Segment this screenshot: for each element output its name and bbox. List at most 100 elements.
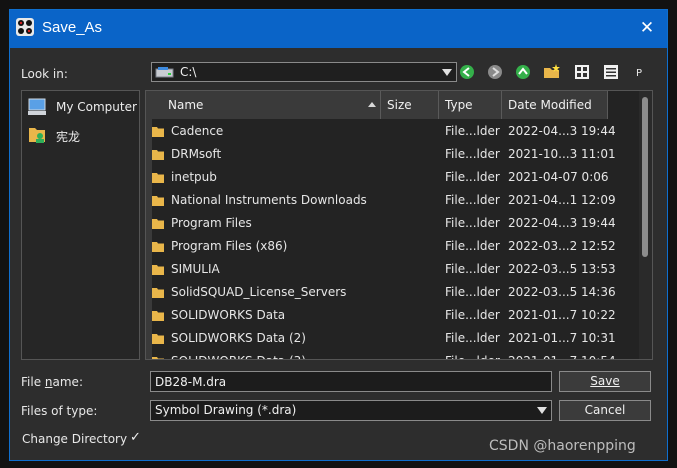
cell-type: File...lder [445, 262, 500, 276]
details-view-icon[interactable] [601, 63, 621, 81]
sort-ascending-icon [368, 102, 376, 107]
cell-date: 2022-04...3 19:44 [508, 124, 616, 138]
save-button[interactable]: Save [559, 371, 651, 392]
folder-icon [152, 150, 164, 160]
folder-icon [152, 242, 164, 252]
app-logo-icon [16, 18, 34, 36]
window-title: Save_As [42, 19, 103, 36]
folder-icon [152, 357, 164, 359]
cell-name: SOLIDWORKS Data (3) [171, 354, 306, 359]
table-row[interactable]: SOLIDWORKS Data (2) File...lder 2021-01...… [146, 328, 636, 351]
computer-icon [28, 98, 46, 115]
sidebar-item-my-computer[interactable]: My Computer [26, 96, 138, 118]
folder-icon [152, 127, 164, 137]
cell-name: SOLIDWORKS Data (2) [171, 331, 306, 345]
column-header-size[interactable]: Size [381, 91, 439, 119]
cell-date: 2021-01...7 10:54 [508, 354, 616, 359]
user-folder-icon [29, 128, 45, 143]
folder-icon [152, 311, 164, 321]
cell-name: inetpub [171, 170, 217, 184]
cell-name: National Instruments Downloads [171, 193, 367, 207]
cell-type: File...lder [445, 170, 500, 184]
folder-icon [152, 219, 164, 229]
cell-type: File...lder [445, 124, 500, 138]
files-of-type-value: Symbol Drawing (*.dra) [155, 403, 297, 417]
cell-name: Program Files [171, 216, 252, 230]
list-header: Name Size Type Date Modified [146, 91, 608, 119]
title-bar[interactable]: Save_As ✕ [10, 10, 667, 48]
cell-date: 2021-10...3 11:01 [508, 147, 616, 161]
up-icon[interactable] [513, 63, 533, 81]
table-row[interactable]: inetpub File...lder 2021-04-07 0:06 [146, 167, 636, 190]
table-row[interactable]: SIMULIA File...lder 2022-03...5 13:53 [146, 259, 636, 282]
file-list: Name Size Type Date Modified Cadence File… [145, 90, 653, 360]
file-name-label: File name: [21, 375, 83, 389]
cell-type: File...lder [445, 193, 500, 207]
folder-icon [152, 334, 164, 344]
cell-date: 2021-01...7 10:31 [508, 331, 616, 345]
change-directory-label: Change Directory [22, 432, 128, 446]
table-row[interactable]: DRMsoft File...lder 2021-10...3 11:01 [146, 144, 636, 167]
cell-date: 2021-04...1 12:09 [508, 193, 616, 207]
places-sidebar: My Computer 宪龙 [21, 90, 140, 360]
cell-date: 2022-04...3 19:44 [508, 216, 616, 230]
cell-type: File...lder [445, 285, 500, 299]
table-row[interactable]: SolidSQUAD_License_Servers File...lder 202… [146, 282, 636, 305]
forward-icon[interactable] [485, 63, 505, 81]
table-row[interactable]: SOLIDWORKS Data (3) File...lder 2021-01...… [146, 351, 636, 359]
close-icon[interactable]: ✕ [637, 18, 657, 38]
cell-name: SOLIDWORKS Data [171, 308, 286, 322]
cell-name: SolidSQUAD_License_Servers [171, 285, 347, 299]
look-in-label: Look in: [21, 67, 68, 81]
cell-name: SIMULIA [171, 262, 220, 276]
chevron-down-icon[interactable] [442, 69, 452, 76]
files-of-type-label: Files of type: [21, 404, 98, 418]
file-name-field[interactable] [150, 371, 552, 392]
cell-date: 2022-03...5 14:36 [508, 285, 616, 299]
table-row[interactable]: National Instruments Downloads File...lde… [146, 190, 636, 213]
cell-date: 2021-01...7 10:22 [508, 308, 616, 322]
cell-type: File...lder [445, 216, 500, 230]
change-directory-checkbox[interactable]: ✓ [130, 430, 142, 445]
watermark: CSDN @haorenpping [489, 438, 636, 454]
look-in-dropdown[interactable]: C:\ [151, 62, 457, 82]
cell-name: DRMsoft [171, 147, 222, 161]
cell-name: Cadence [171, 124, 224, 138]
sidebar-item-label: My Computer [56, 100, 137, 114]
save-as-dialog: Save_As ✕ Look in: C:\ P My Computer 宪龙 … [9, 9, 668, 461]
cell-type: File...lder [445, 354, 500, 359]
look-in-value: C:\ [180, 65, 197, 79]
cell-date: 2022-03...5 13:53 [508, 262, 616, 276]
cancel-button[interactable]: Cancel [559, 400, 651, 421]
column-header-type[interactable]: Type [439, 91, 502, 119]
folder-icon [152, 196, 164, 206]
folder-icon [152, 173, 164, 183]
column-header-date-modified[interactable]: Date Modified [502, 91, 608, 119]
sidebar-item-label: 宪龙 [56, 130, 81, 144]
table-row[interactable]: SOLIDWORKS Data File...lder 2021-01...7 10… [146, 305, 636, 328]
checkmark-icon: ✓ [130, 430, 141, 445]
table-row[interactable]: Cadence File...lder 2022-04...3 19:44 [146, 121, 636, 144]
cell-name: Program Files (x86) [171, 239, 288, 253]
files-of-type-dropdown[interactable]: Symbol Drawing (*.dra) [150, 400, 552, 421]
table-row[interactable]: Program Files File...lder 2022-04...3 19:4… [146, 213, 636, 236]
cell-type: File...lder [445, 239, 500, 253]
sidebar-item-user[interactable]: 宪龙 [26, 124, 138, 146]
cell-type: File...lder [445, 308, 500, 322]
new-folder-icon[interactable] [542, 63, 562, 81]
back-icon[interactable] [457, 63, 477, 81]
folder-icon [152, 288, 164, 298]
cell-date: 2022-03...2 12:52 [508, 239, 616, 253]
column-header-name[interactable]: Name [156, 91, 381, 119]
cell-type: File...lder [445, 147, 500, 161]
list-view-icon[interactable] [572, 63, 592, 81]
file-name-input[interactable] [151, 372, 551, 391]
table-row[interactable]: Program Files (x86) File...lder 2022-03...… [146, 236, 636, 259]
chevron-down-icon[interactable] [537, 407, 547, 414]
scrollbar-thumb[interactable] [642, 97, 648, 257]
file-rows: Cadence File...lder 2022-04...3 19:44 DRMso… [146, 121, 636, 359]
cell-type: File...lder [445, 331, 500, 345]
toolbar-extra-label[interactable]: P [636, 68, 642, 79]
cell-date: 2021-04-07 0:06 [508, 170, 609, 184]
vertical-scrollbar[interactable] [639, 91, 652, 359]
